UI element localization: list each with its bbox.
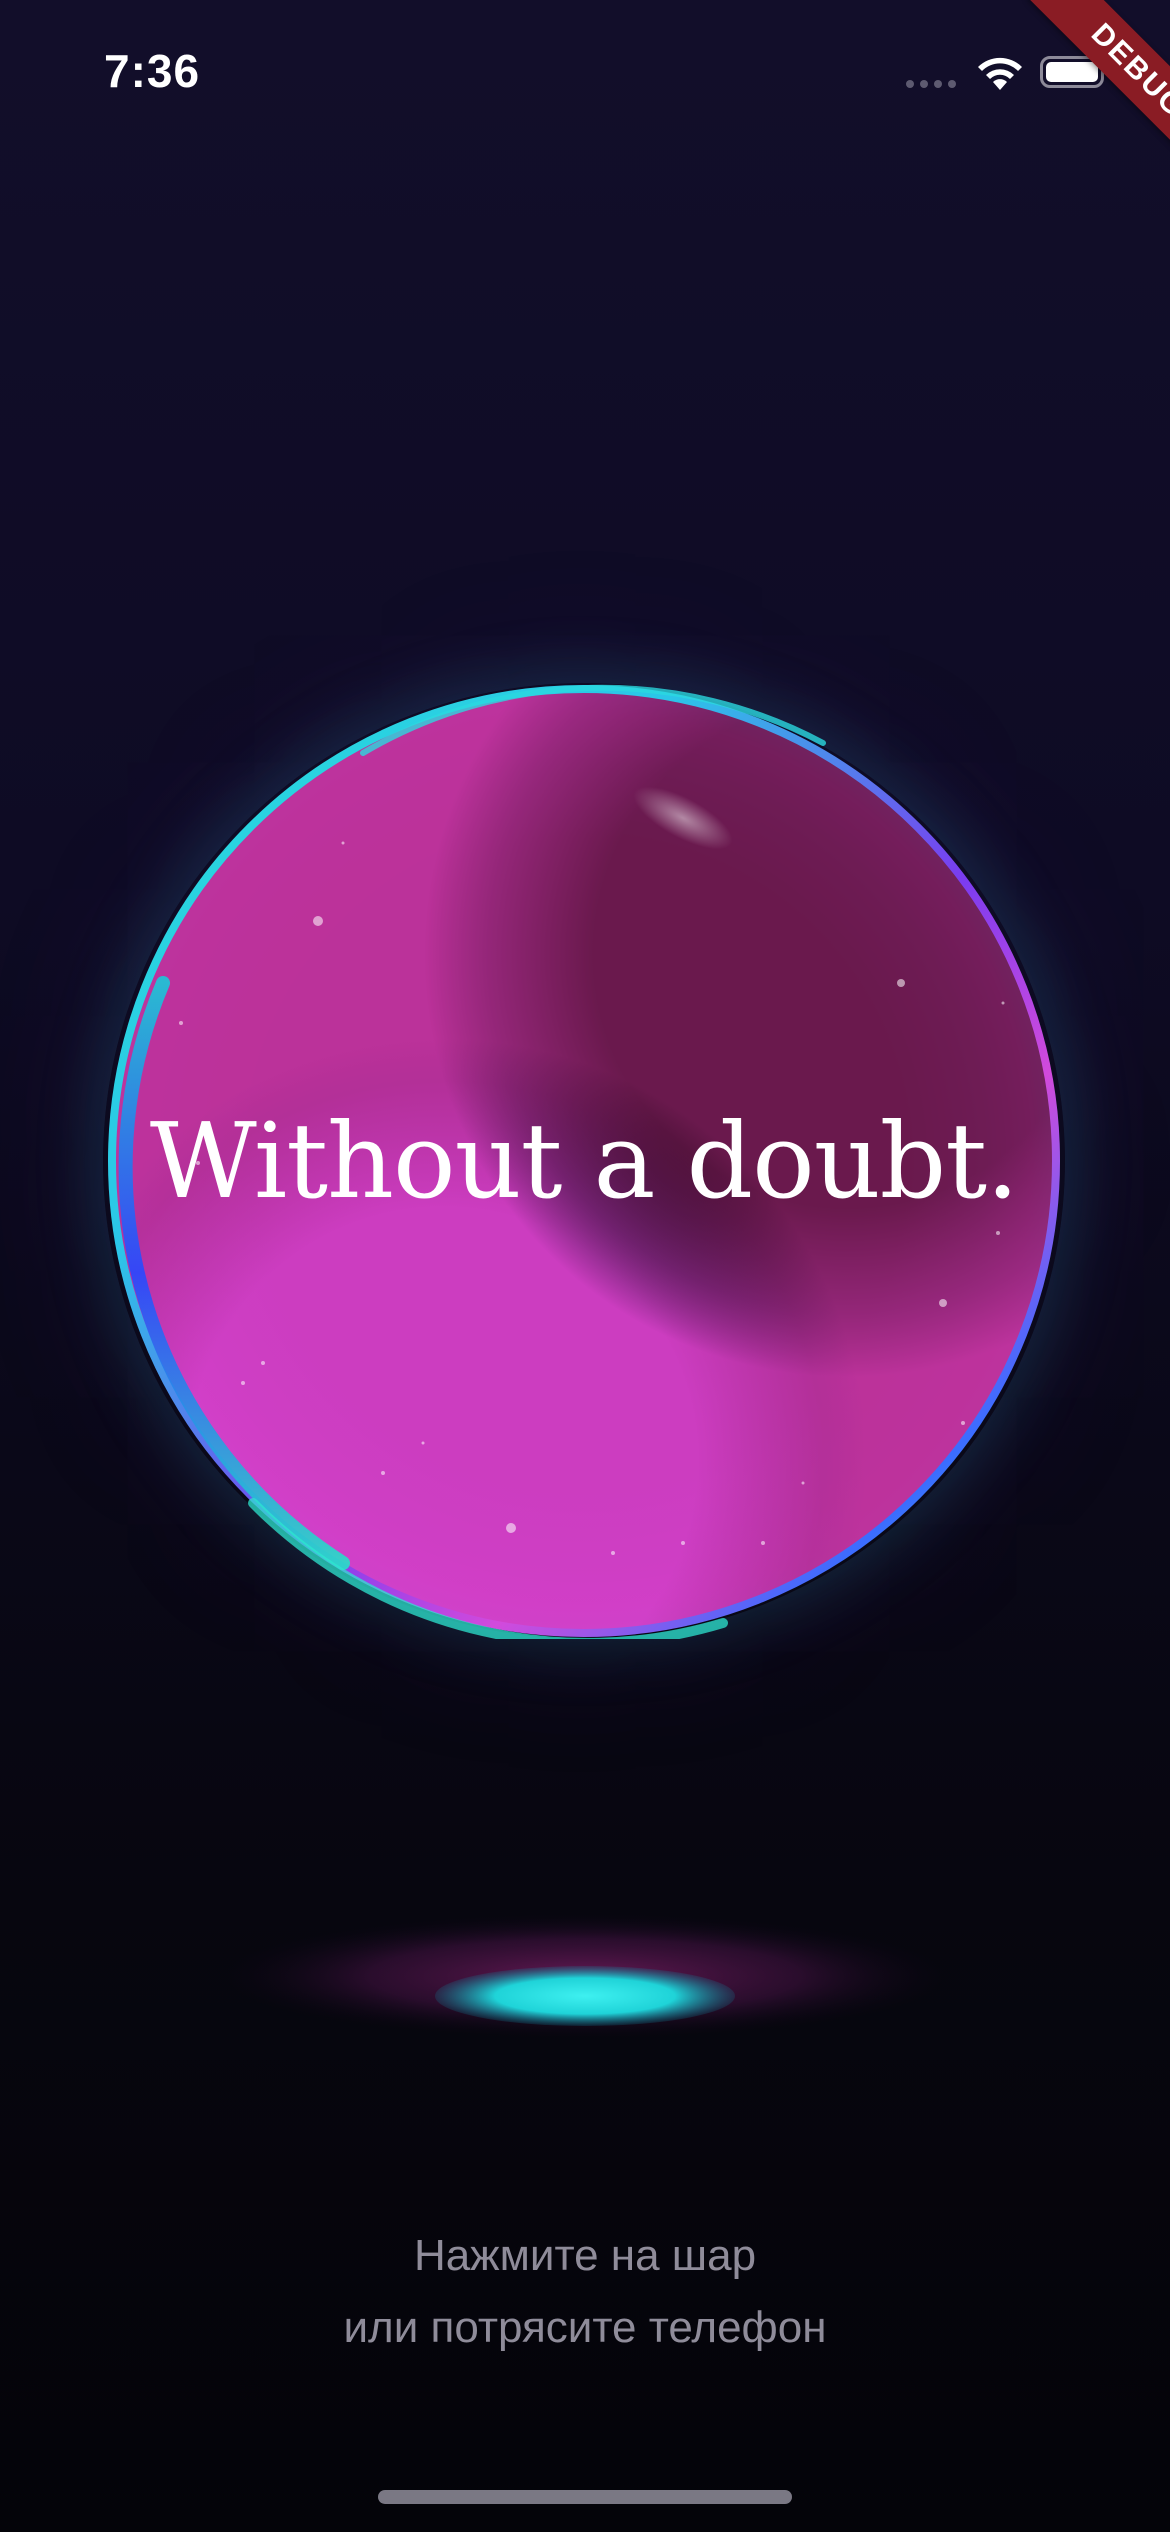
status-time: 7:36 (104, 45, 201, 97)
home-indicator[interactable] (378, 2490, 792, 2504)
debug-ribbon: DEBUG (1027, 0, 1170, 180)
hint-line-2: или потрясите телефон (343, 2303, 827, 2352)
pedestal-glow (225, 1914, 945, 2038)
orb-graphic (108, 684, 1060, 1639)
instruction-hint: Нажмите на шар или потрясите телефон (0, 2220, 1170, 2364)
debug-banner: DEBUG (990, 0, 1170, 180)
cellular-signal-icon (906, 80, 958, 90)
debug-label: DEBUG (1084, 17, 1170, 125)
hint-line-1: Нажмите на шар (413, 2231, 757, 2280)
magic-ball[interactable]: Without a doubt. (103, 683, 1065, 1639)
